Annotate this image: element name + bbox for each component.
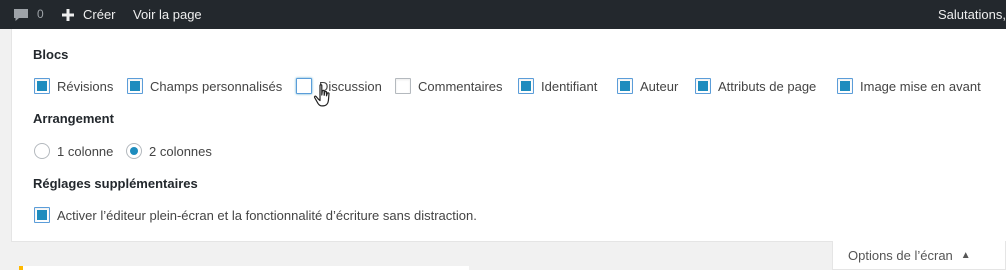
- discussion-checkbox[interactable]: [296, 78, 312, 94]
- screen-options-panel: Blocs Révisions Champs personnalisés Dis…: [11, 29, 1006, 242]
- block-option-revisions[interactable]: Révisions: [34, 78, 113, 94]
- one-column-label: 1 colonne: [57, 143, 114, 159]
- two-columns-option[interactable]: 2 colonnes: [126, 143, 212, 159]
- block-option-featured-image[interactable]: Image mise en avant: [837, 78, 981, 94]
- one-column-option[interactable]: 1 colonne: [34, 143, 113, 159]
- custom-fields-checkbox[interactable]: [127, 78, 143, 94]
- admin-bar: 0 Créer Voir la page Salutations,: [0, 0, 1006, 29]
- block-option-custom-fields[interactable]: Champs personnalisés: [127, 78, 282, 94]
- arrangement-heading: Arrangement: [33, 111, 114, 126]
- slug-label: Identifiant: [541, 78, 598, 94]
- author-label: Auteur: [640, 78, 679, 94]
- block-option-author[interactable]: Auteur: [617, 78, 678, 94]
- featured-image-checkbox[interactable]: [837, 78, 853, 94]
- new-content-label: Créer: [83, 7, 116, 22]
- new-content-menu[interactable]: Créer: [62, 0, 116, 29]
- screen-options-label: Options de l’écran: [848, 247, 953, 263]
- featured-image-label: Image mise en avant: [860, 78, 981, 94]
- block-option-slug[interactable]: Identifiant: [518, 78, 597, 94]
- dfw-label: Activer l’éditeur plein-écran et la fonc…: [57, 207, 477, 223]
- page-attributes-label: Attributs de page: [718, 78, 817, 94]
- dfw-option[interactable]: Activer l’éditeur plein-écran et la fonc…: [34, 207, 477, 223]
- revisions-label: Révisions: [57, 78, 114, 94]
- view-page-link[interactable]: Voir la page: [133, 0, 202, 29]
- account-greeting[interactable]: Salutations,: [938, 0, 1006, 29]
- plus-icon: [62, 8, 83, 21]
- slug-checkbox[interactable]: [518, 78, 534, 94]
- comments-menu[interactable]: 0: [13, 0, 44, 29]
- comments-count: 0: [37, 7, 44, 21]
- page-attributes-checkbox[interactable]: [695, 78, 711, 94]
- comment-bubble-icon: [13, 8, 29, 22]
- author-checkbox[interactable]: [617, 78, 633, 94]
- two-columns-label: 2 colonnes: [149, 143, 212, 159]
- block-option-discussion[interactable]: Discussion: [296, 78, 382, 94]
- block-option-page-attributes[interactable]: Attributs de page: [695, 78, 816, 94]
- screen-options-tab[interactable]: Options de l’écran ▲: [832, 241, 1006, 270]
- notice-edge: [19, 266, 469, 270]
- extra-settings-heading: Réglages supplémentaires: [33, 176, 198, 191]
- blocks-heading: Blocs: [33, 47, 69, 62]
- custom-fields-label: Champs personnalisés: [150, 78, 283, 94]
- hand-cursor-icon: [313, 83, 337, 116]
- revisions-checkbox[interactable]: [34, 78, 50, 94]
- dfw-checkbox[interactable]: [34, 207, 50, 223]
- comments-label: Commentaires: [418, 78, 503, 94]
- one-column-radio[interactable]: [34, 143, 50, 159]
- block-option-comments[interactable]: Commentaires: [395, 78, 503, 94]
- comments-checkbox[interactable]: [395, 78, 411, 94]
- caret-up-icon: ▲: [960, 249, 971, 261]
- two-columns-radio[interactable]: [126, 143, 142, 159]
